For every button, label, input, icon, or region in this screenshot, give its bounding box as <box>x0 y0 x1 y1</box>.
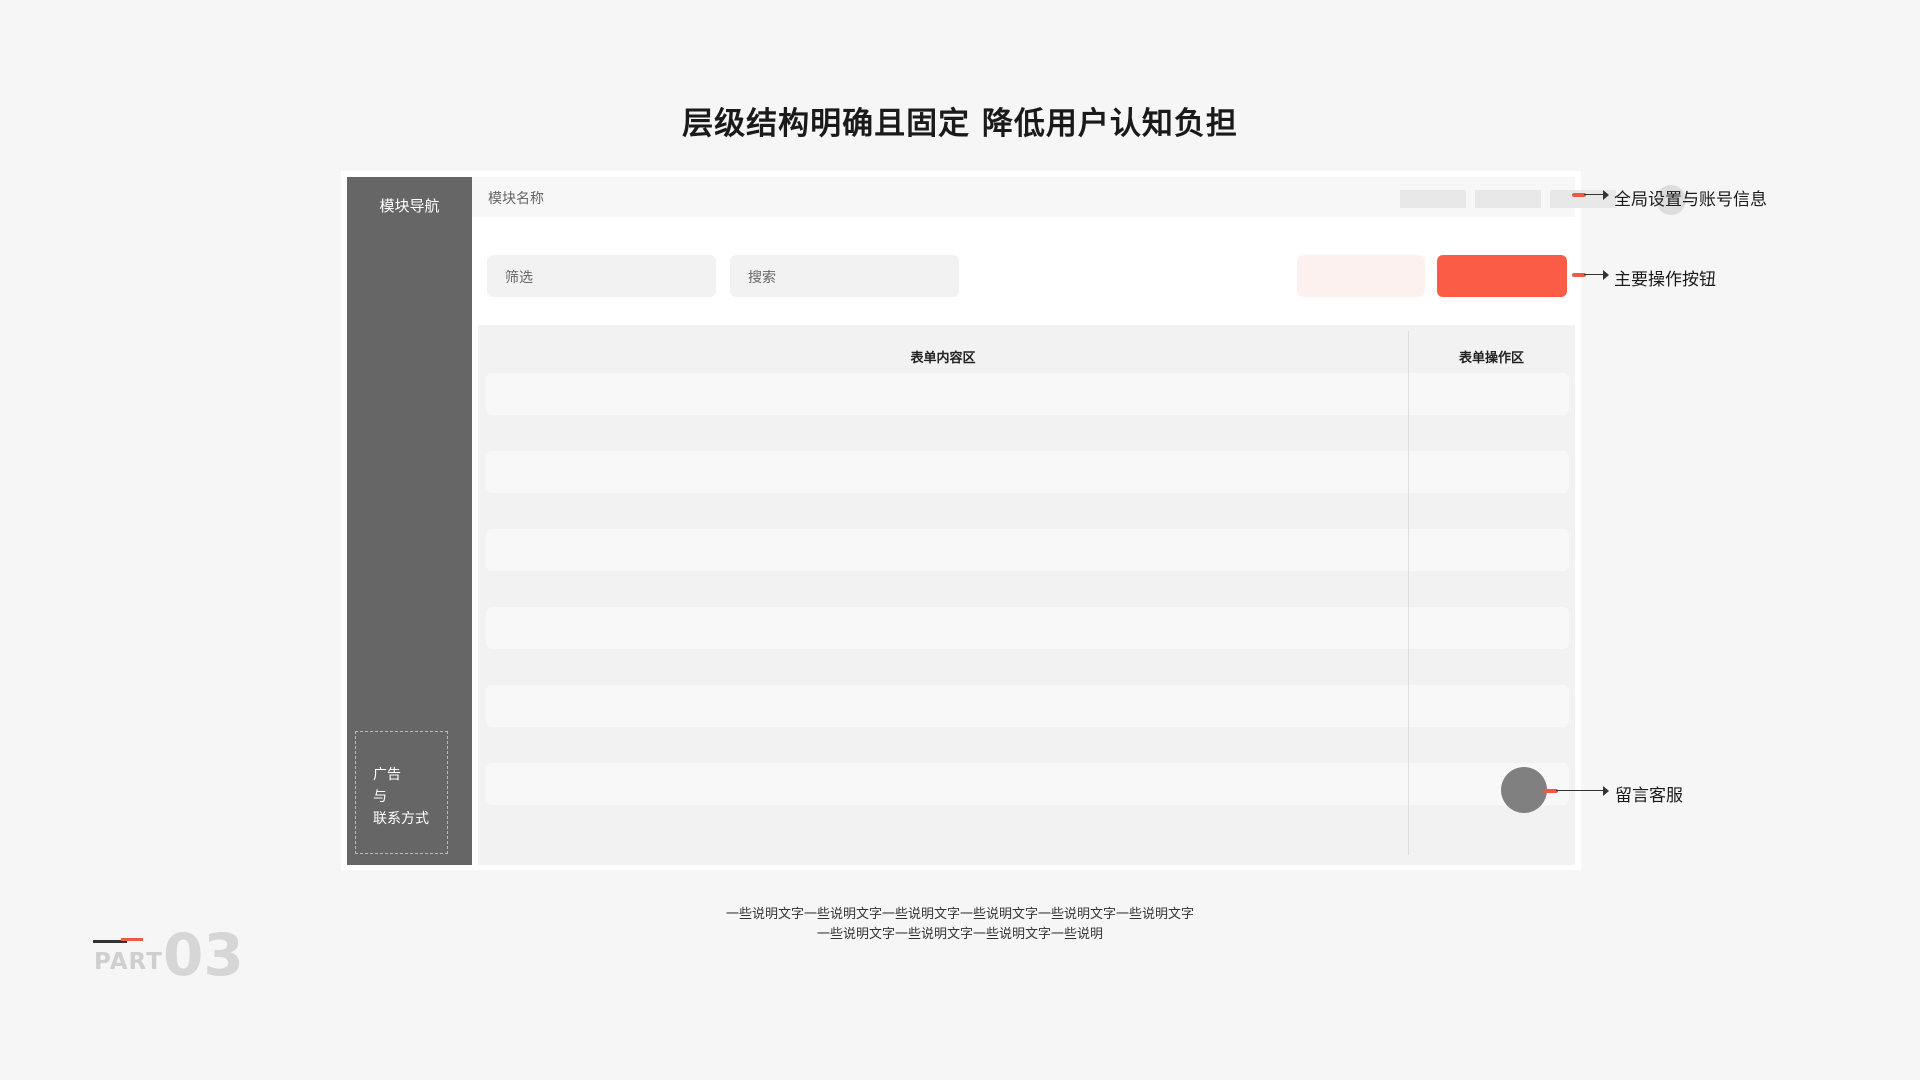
customer-service-button[interactable] <box>1501 767 1547 813</box>
module-name: 模块名称 <box>488 191 544 207</box>
top-header: 模块名称 <box>472 177 1686 217</box>
annotation-line <box>1556 790 1604 791</box>
table-row[interactable] <box>486 529 1569 571</box>
form-table: 表单内容区 表单操作区 <box>478 325 1575 865</box>
header-placeholder[interactable] <box>1475 190 1541 208</box>
ad-line: 联系方式 <box>373 811 429 827</box>
arrow-icon <box>1603 190 1609 200</box>
part-label: PART <box>94 949 163 975</box>
part-bar-accent <box>121 938 143 941</box>
arrow-icon <box>1603 270 1609 280</box>
ad-line: 广告 <box>373 767 401 783</box>
header-placeholder[interactable] <box>1400 190 1466 208</box>
secondary-action-button[interactable] <box>1297 255 1425 297</box>
table-row[interactable] <box>486 607 1569 649</box>
table-row[interactable] <box>486 451 1569 493</box>
ad-contact-box[interactable]: 广告 与 联系方式 <box>355 731 448 854</box>
primary-action-button[interactable] <box>1437 255 1567 297</box>
arrow-icon <box>1603 786 1609 796</box>
filter-input[interactable]: 筛选 <box>487 255 716 297</box>
part-number: 03 <box>163 921 244 989</box>
caption-line: 一些说明文字一些说明文字一些说明文字一些说明 <box>816 927 1103 942</box>
table-row[interactable] <box>486 763 1569 805</box>
annotation-line <box>1584 194 1604 195</box>
slide-title: 层级结构明确且固定 降低用户认知负担 <box>682 106 1238 142</box>
table-row[interactable] <box>486 373 1569 415</box>
sidebar: 模块导航 广告 与 联系方式 <box>347 177 472 865</box>
ui-mockup: 模块导航 广告 与 联系方式 模块名称 筛选 搜索 表单内容区 表单操作区 <box>341 171 1686 870</box>
slide: 层级结构明确且固定 降低用户认知负担 模块导航 广告 与 联系方式 模块名称 筛… <box>0 0 1920 1080</box>
annotation-label: 主要操作按钮 <box>1614 270 1716 290</box>
table-row[interactable] <box>486 685 1569 727</box>
annotation-primary-button: 主要操作按钮 <box>1572 265 1742 290</box>
annotation-label: 全局设置与账号信息 <box>1614 190 1767 210</box>
annotation-label: 留言客服 <box>1615 786 1683 806</box>
sidebar-title[interactable]: 模块导航 <box>347 195 472 216</box>
content-area-header: 表单内容区 <box>910 351 976 366</box>
ad-line: 与 <box>373 789 387 805</box>
annotation-customer-service: 留言客服 <box>1544 781 1694 806</box>
column-divider <box>1408 331 1409 855</box>
action-area-header: 表单操作区 <box>1458 351 1524 366</box>
annotation-line <box>1584 274 1604 275</box>
caption: 一些说明文字一些说明文字一些说明文字一些说明文字一些说明文字一些说明文字 一些说… <box>0 905 1920 945</box>
caption-line: 一些说明文字一些说明文字一些说明文字一些说明文字一些说明文字一些说明文字 <box>725 907 1194 922</box>
annotation-global-settings: 全局设置与账号信息 <box>1572 185 1782 210</box>
search-input[interactable]: 搜索 <box>730 255 959 297</box>
